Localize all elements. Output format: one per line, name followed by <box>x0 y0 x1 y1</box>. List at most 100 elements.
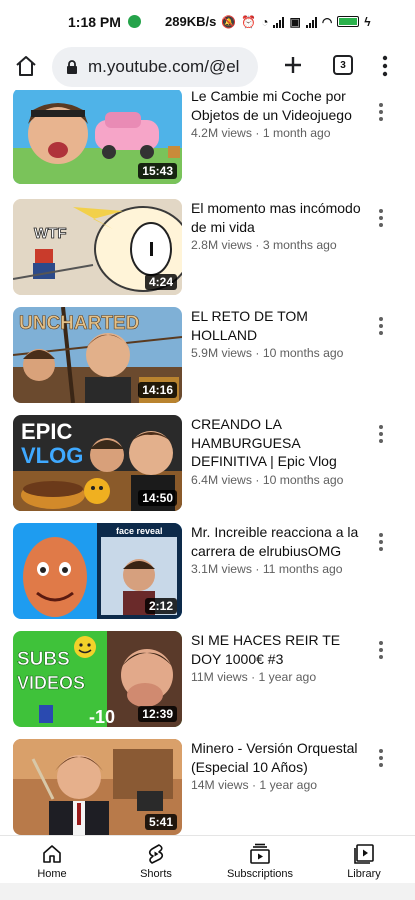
network-speed: 289KB/s <box>165 14 217 29</box>
video-item[interactable]: EPIC VLOG 14:50 CREANDO LA HAMBURGUESA D… <box>0 415 415 523</box>
video-duration: 12:39 <box>138 706 177 722</box>
video-meta: EL RETO DE TOM HOLLAND 5.9M views · 10 m… <box>191 307 361 360</box>
thumb-text-uncharted: UNCHARTED <box>19 313 139 334</box>
video-duration: 15:43 <box>138 163 177 179</box>
video-menu-icon[interactable] <box>378 532 384 552</box>
video-stats: 14M views · 1 year ago <box>191 778 361 792</box>
video-views: 5.9M views <box>191 346 252 360</box>
charging-icon: ϟ <box>364 14 371 29</box>
video-menu-icon[interactable] <box>378 102 384 122</box>
video-thumbnail[interactable]: SUBS VIDEOS -10 12:39 <box>13 631 182 727</box>
nav-library[interactable]: Library <box>319 842 409 880</box>
thumb-text-epic: EPIC <box>21 419 72 444</box>
new-tab-icon[interactable] <box>281 52 305 78</box>
video-age: 11 months ago <box>262 562 343 576</box>
home-icon <box>43 845 61 863</box>
video-age: 1 year ago <box>258 670 317 684</box>
separator-dot: · <box>255 472 260 487</box>
video-stats: 6.4M views · 10 months ago <box>191 473 361 487</box>
video-item[interactable]: WTF 4:24 El momento mas incómodo de mi v… <box>0 199 415 307</box>
video-thumbnail[interactable]: WTF 4:24 <box>13 199 182 295</box>
alarm-icon: ⏰ <box>241 14 257 29</box>
video-thumbnail[interactable]: UNCHARTED 14:16 <box>13 307 182 403</box>
video-views: 3.1M views <box>191 562 252 576</box>
battery-icon <box>337 16 360 27</box>
separator-dot: · <box>251 778 257 792</box>
video-duration: 5:41 <box>144 814 177 830</box>
home-icon[interactable] <box>14 54 38 78</box>
video-title[interactable]: EL RETO DE TOM HOLLAND <box>191 307 361 344</box>
status-time: 1:18 PM <box>68 14 121 30</box>
clock-icon: ◔ <box>261 14 269 29</box>
video-views: 6.4M views <box>191 472 252 487</box>
status-indicators: 289KB/s 🔕 ⏰ ◔ ▣ ◠ ϟ <box>165 14 371 29</box>
video-title[interactable]: CREANDO LA HAMBURGUESA DEFINITIVA | Epic… <box>191 415 361 471</box>
video-menu-icon[interactable] <box>378 748 384 768</box>
library-icon <box>354 844 374 864</box>
video-meta: CREANDO LA HAMBURGUESA DEFINITIVA | Epic… <box>191 415 361 487</box>
signal-icon <box>273 16 285 28</box>
bottom-navigation: Home Shorts Subscriptions Library <box>0 835 415 883</box>
wifi-icon: ◠ <box>321 14 333 29</box>
overflow-menu-icon[interactable] <box>382 54 388 78</box>
thumb-text-wtf: WTF <box>34 225 66 242</box>
video-age: 1 year ago <box>259 778 318 792</box>
video-item[interactable]: UNCHARTED 14:16 EL RETO DE TOM HOLLAND 5… <box>0 307 415 415</box>
thumb-text-face-reveal: face reveal <box>116 526 163 536</box>
nav-shorts[interactable]: Shorts <box>111 842 201 880</box>
video-title[interactable]: Le Cambie mi Coche por Objetos de un Vid… <box>191 90 361 124</box>
separator-dot: · <box>255 126 260 140</box>
video-views: 14M views <box>191 778 249 792</box>
thumb-text-subs: SUBS <box>17 649 70 670</box>
subscriptions-icon <box>250 843 270 864</box>
video-views: 11M views <box>191 670 248 684</box>
video-thumbnail[interactable]: face reveal 2:12 <box>13 523 182 619</box>
video-title[interactable]: El momento mas incómodo de mi vida <box>191 199 361 236</box>
separator-dot: · <box>255 238 260 252</box>
separator-dot: · <box>251 670 256 684</box>
video-thumbnail[interactable]: 5:41 <box>13 739 182 835</box>
separator-dot: · <box>255 346 260 360</box>
video-list: 15:43 Le Cambie mi Coche por Objetos de … <box>0 90 415 835</box>
video-duration: 14:50 <box>138 490 177 506</box>
video-duration: 4:24 <box>144 274 177 290</box>
video-menu-icon[interactable] <box>378 208 384 228</box>
video-meta: Le Cambie mi Coche por Objetos de un Vid… <box>191 90 361 140</box>
video-title[interactable]: Minero - Versión Orquestal (Especial 10 … <box>191 739 361 776</box>
video-menu-icon[interactable] <box>378 424 384 444</box>
mute-icon: 🔕 <box>221 14 237 29</box>
video-item[interactable]: face reveal 2:12 Mr. Increible reacciona… <box>0 523 415 631</box>
video-age: 1 month ago <box>262 126 331 140</box>
video-duration: 2:12 <box>144 598 177 614</box>
video-meta: Minero - Versión Orquestal (Especial 10 … <box>191 739 361 792</box>
video-views: 2.8M views <box>191 238 252 252</box>
lock-icon[interactable] <box>64 59 80 75</box>
video-title[interactable]: Mr. Increible reacciona a la carrera de … <box>191 523 361 560</box>
video-item[interactable]: SUBS VIDEOS -10 12:39 SI ME HACES REIR T… <box>0 631 415 739</box>
nav-shorts-label: Shorts <box>140 868 172 880</box>
url-text[interactable]: m.youtube.com/@el <box>88 57 239 77</box>
video-menu-icon[interactable] <box>378 316 384 336</box>
status-bar: 1:18 PM 289KB/s 🔕 ⏰ ◔ ▣ ◠ ϟ <box>0 0 415 44</box>
nav-library-label: Library <box>347 868 381 880</box>
video-views: 4.2M views <box>191 126 252 140</box>
video-menu-icon[interactable] <box>378 640 384 660</box>
video-stats: 11M views · 1 year ago <box>191 670 361 684</box>
browser-toolbar: m.youtube.com/@el 3 <box>0 44 415 90</box>
video-meta: El momento mas incómodo de mi vida 2.8M … <box>191 199 361 252</box>
separator-dot: · <box>255 562 260 576</box>
video-thumbnail[interactable]: 15:43 <box>13 90 182 184</box>
nav-home-label: Home <box>37 868 67 880</box>
video-duration: 14:16 <box>138 382 177 398</box>
nav-subscriptions[interactable]: Subscriptions <box>215 842 305 880</box>
address-bar[interactable]: m.youtube.com/@el <box>52 47 258 87</box>
video-item[interactable]: 15:43 Le Cambie mi Coche por Objetos de … <box>0 90 415 200</box>
video-stats: 2.8M views · 3 months ago <box>191 238 361 252</box>
video-stats: 3.1M views · 11 months ago <box>191 562 361 576</box>
tab-switcher-button[interactable]: 3 <box>333 55 353 75</box>
video-title[interactable]: SI ME HACES REIR TE DOY 1000€ #3 <box>191 631 361 668</box>
video-item[interactable]: 5:41 Minero - Versión Orquestal (Especia… <box>0 739 415 835</box>
thumb-text-minus10: -10 <box>89 707 115 727</box>
nav-home[interactable]: Home <box>7 842 97 880</box>
video-thumbnail[interactable]: EPIC VLOG 14:50 <box>13 415 182 511</box>
